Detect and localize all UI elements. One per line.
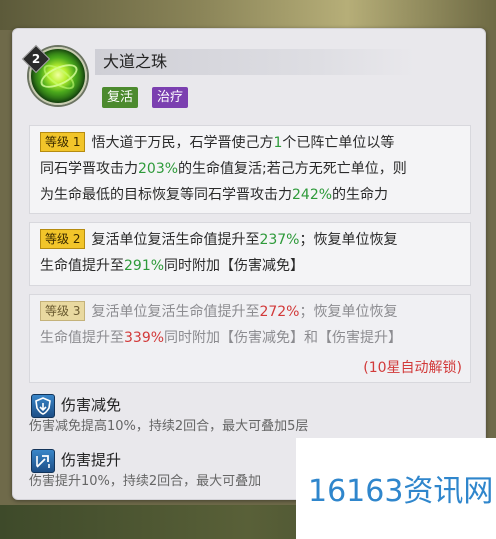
buff-1-desc: 伤害减免提高10%，持续2回合，最大可叠加5层 xyxy=(29,419,309,434)
level-1-box: 等级 1 悟大道于万民，石学晋使己方1个已阵亡单位以等 同石学晋攻击力203%的生… xyxy=(29,125,471,214)
buff-1-name: 伤害减免 xyxy=(61,396,122,414)
level-3-unlock-note: (10星自动解锁) xyxy=(363,360,462,376)
watermark-text: 16163资讯网 xyxy=(308,474,494,509)
buff-2-name: 伤害提升 xyxy=(61,451,122,469)
level-1-badge: 等级 1 xyxy=(40,132,86,152)
level-3-badge: 等级 3 xyxy=(40,301,86,321)
skill-name: 大道之珠 xyxy=(103,52,168,71)
level-1-line-2: 同石学晋攻击力203%的生命值复活;若己方无死亡单位，则 xyxy=(40,161,407,177)
tag-heal: 治疗 xyxy=(152,87,189,108)
level-1-line-3: 为生命最低的目标恢复等同石学晋攻击力242%的生命力 xyxy=(40,187,389,203)
background-top xyxy=(0,0,496,30)
sword-up-icon xyxy=(31,449,55,473)
skill-tooltip-panel: 2 大道之珠 复活 治疗 等级 1 悟大道于万民，石学晋使己方1个已阵亡单位以等 … xyxy=(12,28,486,500)
level-2-line-1: 等级 2 复活单位复活生命值提升至237%；恢复单位恢复 xyxy=(40,229,397,251)
level-2-line-2: 生命值提升至291%同时附加【伤害减免】 xyxy=(40,258,305,274)
level-3-line-1: 等级 3 复活单位复活生命值提升至272%；恢复单位恢复 xyxy=(40,301,397,323)
level-3-line-2: 生命值提升至339%同时附加【伤害减免】和【伤害提升】 xyxy=(40,330,403,346)
level-1-line-1: 等级 1 悟大道于万民，石学晋使己方1个已阵亡单位以等 xyxy=(40,132,394,154)
skill-level-number: 2 xyxy=(31,52,41,66)
level-2-box: 等级 2 复活单位复活生命值提升至237%；恢复单位恢复 生命值提升至291%同时… xyxy=(29,222,471,286)
shield-down-icon xyxy=(31,394,55,418)
buff-2-desc: 伤害提升10%，持续2回合，最大可叠加 xyxy=(29,474,262,489)
level-3-box: 等级 3 复活单位复活生命值提升至272%；恢复单位恢复 生命值提升至339%同时… xyxy=(29,294,471,383)
tag-revive: 复活 xyxy=(102,87,139,108)
level-2-badge: 等级 2 xyxy=(40,229,86,249)
